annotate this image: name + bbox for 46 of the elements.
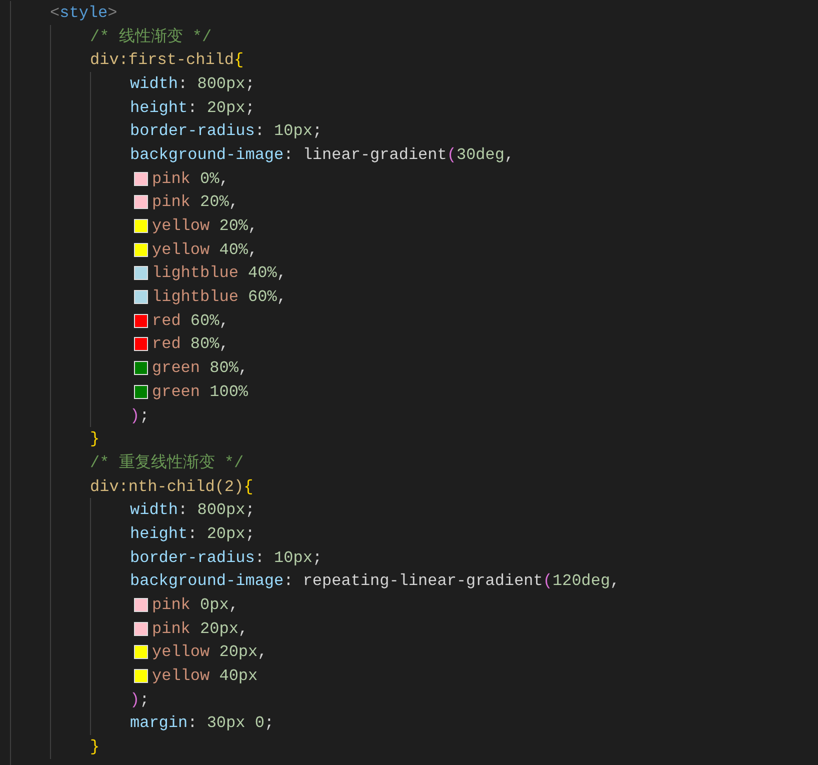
- code-text: }: [90, 429, 100, 450]
- color-swatch[interactable]: [134, 361, 148, 376]
- code-text: div:nth-child(2){: [90, 476, 254, 498]
- code-text: yellow 40px: [152, 666, 258, 688]
- code-text: height: 20px;: [130, 98, 255, 119]
- code-text: }: [90, 737, 100, 758]
- code-text: yellow 40%,: [152, 240, 258, 261]
- color-swatch[interactable]: [134, 219, 148, 234]
- code-text: yellow 20px,: [152, 642, 268, 664]
- color-swatch[interactable]: [134, 337, 148, 352]
- code-text: margin: 30px 0;: [130, 713, 274, 734]
- color-swatch[interactable]: [134, 669, 148, 684]
- code-text: pink 0px,: [152, 595, 238, 616]
- code-text: /* 重复线性渐变 */: [90, 452, 244, 474]
- color-swatch[interactable]: [134, 645, 148, 660]
- code-text: background-image: repeating-linear-gradient(120deg,: [130, 571, 620, 592]
- code-text: border-radius: 10px;: [130, 121, 322, 142]
- color-swatch[interactable]: [134, 622, 148, 636]
- color-swatch[interactable]: [134, 314, 148, 328]
- code-text: width: 800px;: [130, 74, 255, 95]
- color-swatch[interactable]: [134, 266, 148, 280]
- code-text: red 80%,: [152, 334, 229, 356]
- code-text: yellow 20%,: [152, 216, 258, 238]
- color-swatch[interactable]: [134, 172, 148, 186]
- code-text: pink 0%,: [152, 168, 229, 190]
- code-text: border-radius: 10px;: [130, 548, 322, 569]
- code-text: green 80%,: [152, 358, 248, 380]
- code-text: );: [130, 406, 150, 427]
- color-swatch[interactable]: [134, 195, 148, 210]
- code-text: pink 20%,: [152, 192, 238, 214]
- code-text: background-image: linear-gradient(30deg,: [130, 144, 514, 166]
- color-swatch[interactable]: [134, 242, 148, 257]
- code-text: /* 线性渐变 */: [90, 26, 212, 48]
- code-text: lightblue 60%,: [152, 287, 286, 308]
- code-text: div:first-child{: [90, 50, 244, 72]
- code-text: green 100%: [152, 382, 248, 403]
- color-swatch[interactable]: [134, 290, 148, 304]
- code-text: );: [130, 690, 150, 711]
- color-swatch[interactable]: [134, 598, 148, 612]
- code-text: height: 20px;: [130, 524, 255, 545]
- code-text: lightblue 40%,: [152, 263, 286, 284]
- code-text: pink 20px,: [152, 618, 248, 640]
- code-text: width: 800px;: [130, 500, 255, 522]
- code-text: red 60%,: [152, 310, 229, 332]
- color-swatch[interactable]: [134, 384, 148, 399]
- code-text: <style>: [50, 2, 118, 24]
